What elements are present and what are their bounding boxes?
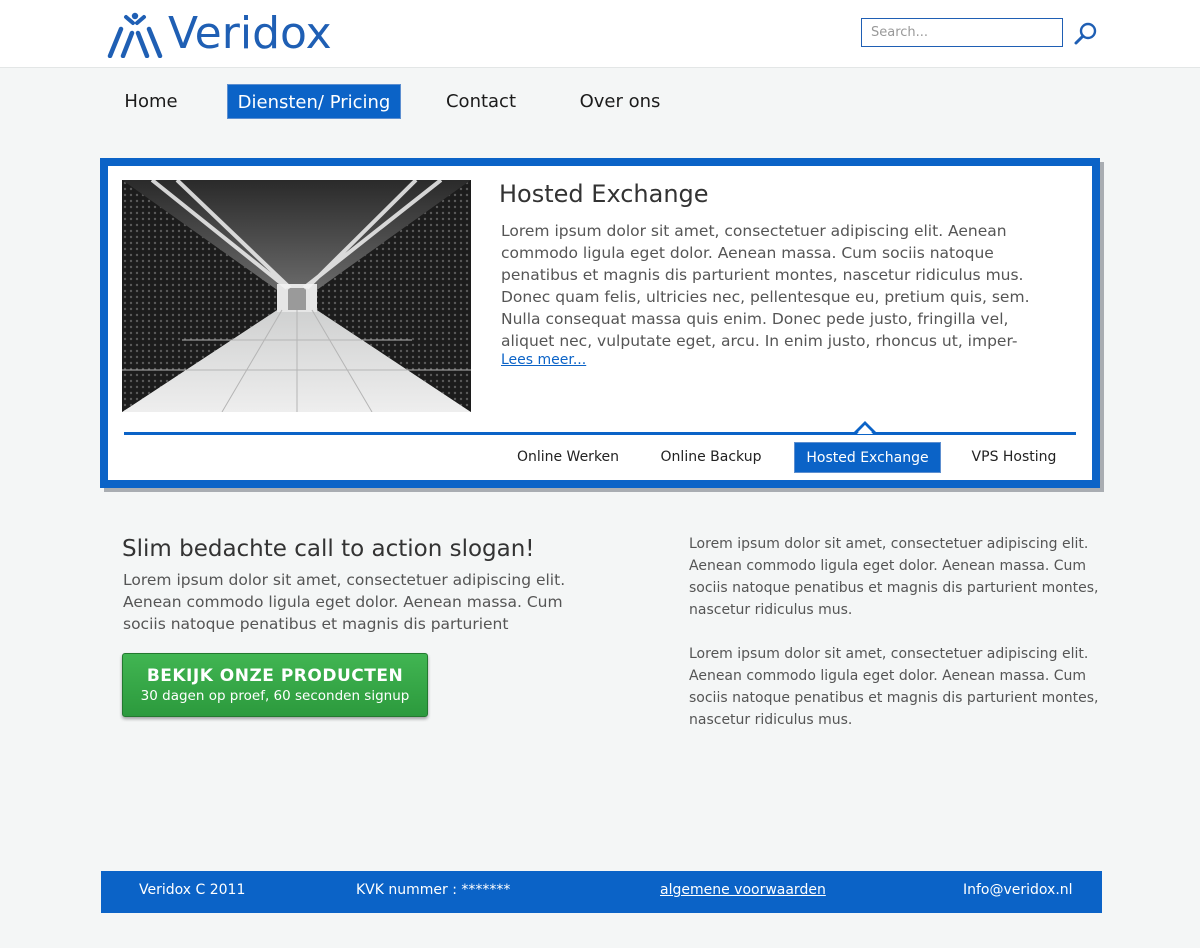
feature-divider: [124, 432, 1076, 435]
feature-title: Hosted Exchange: [499, 180, 709, 208]
side-paragraph: Lorem ipsum dolor sit amet, consectetuer…: [689, 536, 1099, 618]
nav-item-home[interactable]: Home: [110, 84, 192, 119]
tab-online-werken[interactable]: Online Werken: [504, 442, 632, 473]
search-icon[interactable]: [1073, 21, 1099, 47]
nav-item-diensten-pricing[interactable]: Diensten/ Pricing: [227, 84, 401, 119]
site-header: Veridox: [0, 0, 1200, 68]
logo-text: Veridox: [168, 8, 332, 59]
footer-kvk: KVK nummer : *******: [356, 882, 511, 898]
tab-vps-hosting[interactable]: VPS Hosting: [958, 442, 1070, 473]
footer-terms-link[interactable]: algemene voorwaarden: [660, 882, 826, 898]
logo[interactable]: Veridox: [106, 8, 332, 60]
nav-item-over-ons[interactable]: Over ons: [570, 84, 670, 119]
cta-body-text: Lorem ipsum dolor sit amet, consectetuer…: [123, 571, 566, 633]
feature-panel: Hosted Exchange Lorem ipsum dolor sit am…: [100, 158, 1100, 488]
server-room-image: [122, 180, 471, 412]
side-paragraph: Lorem ipsum dolor sit amet, consectetuer…: [689, 646, 1099, 728]
footer-copyright: Veridox C 2011: [139, 882, 246, 898]
cta-button-title: BEKIJK ONZE PRODUCTEN: [146, 666, 404, 686]
tab-hosted-exchange[interactable]: Hosted Exchange: [794, 442, 941, 473]
site-footer: Veridox C 2011 KVK nummer : ******* alge…: [101, 871, 1102, 913]
view-products-button[interactable]: BEKIJK ONZE PRODUCTEN 30 dagen op proef,…: [122, 653, 428, 717]
footer-email[interactable]: Info@veridox.nl: [963, 882, 1073, 898]
search-input[interactable]: [861, 18, 1063, 47]
read-more-link[interactable]: Lees meer...: [501, 352, 586, 368]
feature-body: Lorem ipsum dolor sit amet, consectetuer…: [501, 222, 1030, 350]
logo-mark-icon: [107, 12, 163, 58]
cta-button-subtitle: 30 dagen op proef, 60 seconden signup: [140, 688, 410, 704]
cta-heading: Slim bedachte call to action slogan!: [122, 536, 535, 562]
tab-online-backup[interactable]: Online Backup: [650, 442, 772, 473]
active-tab-indicator-icon: [853, 421, 877, 434]
nav-item-contact[interactable]: Contact: [436, 84, 526, 119]
